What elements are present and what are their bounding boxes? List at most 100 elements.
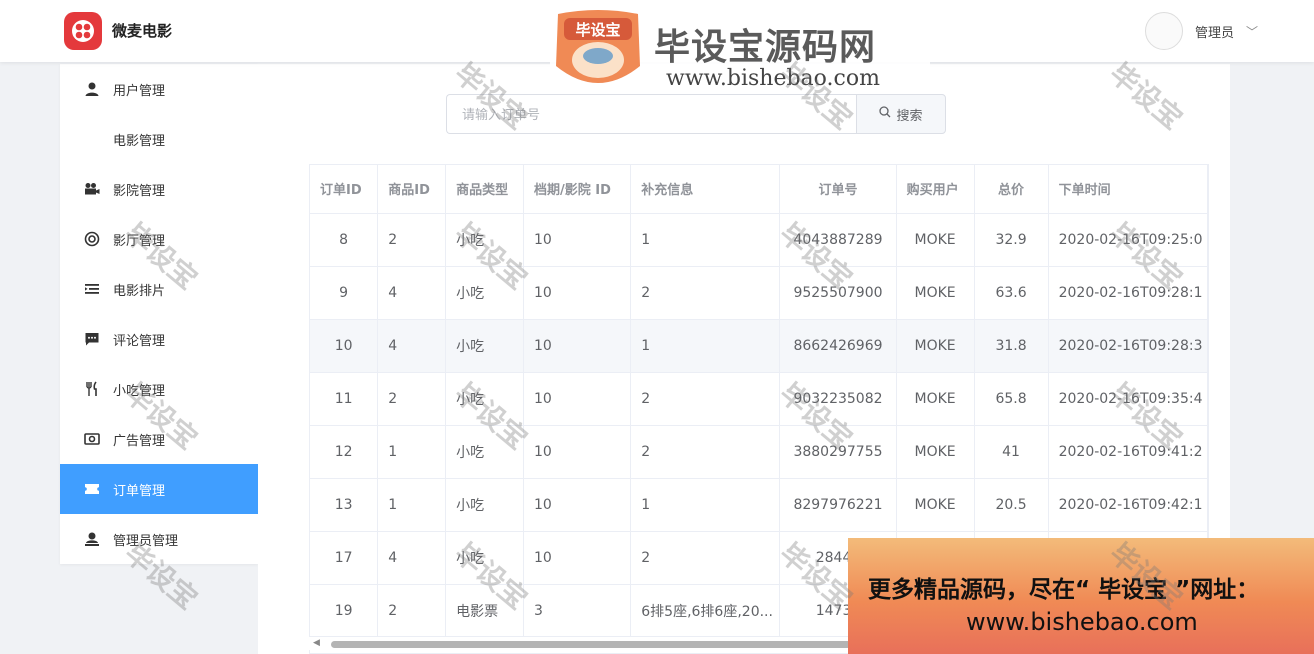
table-cell: 4 [377,319,447,373]
search-button[interactable]: 搜索 [856,94,946,134]
user-name[interactable]: 管理员 [1195,22,1234,41]
table-cell: 65.8 [974,372,1049,426]
table-cell: 10 [523,425,632,479]
sidebar-item-snacks[interactable]: 小吃管理 [60,364,258,414]
table-row[interactable]: 13 1 小吃 10 1 8297976221 MOKE 20.5 2020-02-16T09:… [310,478,1208,532]
search-bar: 搜索 [446,94,946,134]
table-row[interactable]: 9 4 小吃 10 2 9525507900 MOKE 63.6 2020-02-16T09:2… [310,266,1208,320]
banner-title: 毕设宝源码网 [654,27,877,68]
mascot-text: 毕设宝 [575,21,620,39]
table-cell: 31.8 [974,319,1049,373]
column-header[interactable]: 商品ID [377,165,447,214]
logo-icon [72,20,94,42]
table-cell: 13 [310,478,379,532]
table-cell: 2 [630,266,781,320]
admin-icon [83,530,101,548]
sidebar-item-movies[interactable]: 电影管理 [60,114,258,164]
avatar[interactable] [1144,12,1183,50]
sidebar-item-admins[interactable]: 管理员管理 [60,514,258,564]
table-row[interactable]: 10 4 小吃 10 1 8662426969 MOKE 31.8 2020-02-16T09:… [310,319,1208,373]
sidebar-item-label: 影院管理 [113,183,166,199]
table-cell: 10 [523,372,632,426]
promo-overlay: 更多精品源码，尽在“ 毕设宝 ”网址： www.bishebao.com [848,538,1314,654]
table-row[interactable]: 11 2 小吃 10 2 9032235082 MOKE 65.8 2020-02-16T09:… [310,372,1208,426]
table-cell: 2 [377,584,447,638]
mascot-logo-icon: 毕设宝 [556,10,640,83]
table-cell: 4043887289 [779,213,897,267]
ad-icon [83,430,101,448]
table-cell: 6排5座,6排6座,20... [630,584,781,638]
column-header[interactable]: 下单时间 [1048,165,1208,214]
table-cell: 8 [310,213,379,267]
scroll-left-icon[interactable]: ◀ [313,638,320,648]
sidebar-item-label: 小吃管理 [113,383,166,399]
site-banner: 毕设宝 毕设宝源码网 www.bishebao.com [550,8,930,94]
table-cell: 小吃 [445,213,525,267]
table-cell: 9525507900 [779,266,897,320]
table-cell: 12 [310,425,379,479]
table-cell: MOKE [896,266,975,320]
table-cell: 3880297755 [779,425,897,479]
table-cell: MOKE [896,319,975,373]
app-logo[interactable] [64,12,102,50]
sidebar-item-halls[interactable]: 影厅管理 [60,214,258,264]
sidebar-item-schedule[interactable]: 电影排片 [60,264,258,314]
table-cell: 2020-02-16T09:28:1 [1048,266,1208,320]
camera-icon [83,180,101,198]
table-cell: 小吃 [445,425,525,479]
scrollbar-thumb[interactable] [331,641,851,648]
table-cell: 1 [630,478,781,532]
promo-url[interactable]: www.bishebao.com [966,608,1198,636]
fork-knife-icon [83,380,101,398]
table-cell: 63.6 [974,266,1049,320]
chevron-down-icon[interactable]: ﹀ [1246,23,1258,40]
table-cell: 小吃 [445,319,525,373]
user-menu[interactable]: 管理员 ﹀ [1144,12,1258,50]
table-cell: 19 [310,584,379,638]
table-cell: MOKE [896,425,975,479]
column-header[interactable]: 订单号 [779,165,897,214]
table-cell: 32.9 [974,213,1049,267]
table-cell: 11 [310,372,379,426]
table-cell: 10 [523,266,632,320]
table-cell: 8662426969 [779,319,897,373]
sidebar-item-cinemas[interactable]: 影院管理 [60,164,258,214]
table-row[interactable]: 12 1 小吃 10 2 3880297755 MOKE 41 2020-02-16T09:41… [310,425,1208,479]
column-header[interactable]: 商品类型 [445,165,525,214]
sidebar-item-label: 影厅管理 [113,233,166,249]
column-header[interactable]: 订单ID [310,165,379,214]
column-header[interactable]: 总价 [974,165,1049,214]
table-cell: 4 [377,531,447,585]
table-cell: MOKE [896,372,975,426]
table-cell: 20.5 [974,478,1049,532]
sidebar-item-comments[interactable]: 评论管理 [60,314,258,364]
table-header-row: 订单ID 商品ID 商品类型 档期/影院 ID 补充信息 订单号 购买用户 总价… [310,165,1208,214]
table-cell: 2020-02-16T09:35:4 [1048,372,1208,426]
table-cell: 1 [630,213,781,267]
table-cell: 2020-02-16T09:28:3 [1048,319,1208,373]
sidebar-item-label: 管理员管理 [113,533,179,549]
table-cell: 10 [523,531,632,585]
column-header[interactable]: 档期/影院 ID [523,165,632,214]
sidebar-item-ads[interactable]: 广告管理 [60,414,258,464]
sidebar: 用户管理 电影管理 影院管理 影厅管理 电影排片 评论管理 小吃管理 广告管理 … [60,64,258,564]
search-input[interactable] [446,94,856,134]
table-cell: 10 [523,213,632,267]
table-cell: 9 [310,266,379,320]
table-cell: 2020-02-16T09:25:0 [1048,213,1208,267]
column-header[interactable]: 购买用户 [896,165,975,214]
promo-line1: 更多精品源码，尽在“ 毕设宝 ”网址： [868,577,1260,603]
table-cell: 10 [310,319,379,373]
table-cell: 小吃 [445,266,525,320]
column-header[interactable]: 补充信息 [630,165,781,214]
sidebar-item-orders[interactable]: 订单管理 [60,464,258,514]
table-cell: 8297976221 [779,478,897,532]
banner-url[interactable]: www.bishebao.com [666,66,880,91]
table-cell: 1 [377,425,447,479]
sidebar-item-label: 用户管理 [113,83,166,99]
table-row[interactable]: 8 2 小吃 10 1 4043887289 MOKE 32.9 2020-02-16T09:2… [310,213,1208,267]
sidebar-item-users[interactable]: 用户管理 [60,64,258,114]
table-cell: 41 [974,425,1049,479]
table-cell: 10 [523,478,632,532]
sidebar-item-label: 广告管理 [113,433,166,449]
